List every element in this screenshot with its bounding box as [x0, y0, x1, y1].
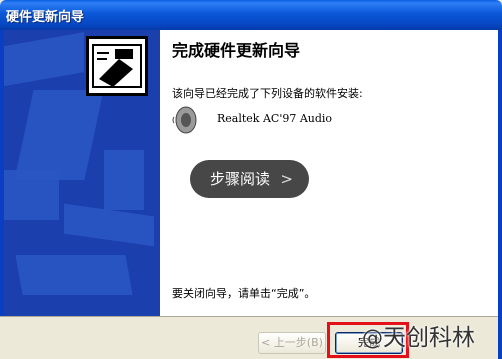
window-title: 硬件更新向导 [6, 10, 85, 25]
chevron-right-icon: > [280, 170, 293, 188]
finish-instruction: 要关闭向导，请单击“完成”。 [172, 287, 316, 300]
step-reading-button[interactable]: 步骤阅读 > [190, 160, 309, 198]
speaker-icon [172, 105, 198, 135]
wizard-intro-text: 该向导已经完成了下列设备的软件安装: [172, 87, 363, 100]
watermark-mark: @ [362, 326, 383, 350]
step-reading-label: 步骤阅读 [210, 170, 271, 188]
hardware-wizard-icon [86, 36, 148, 96]
watermark: @天创科林 [362, 318, 475, 352]
installed-device-row: Realtek AC'97 Audio [172, 105, 472, 137]
watermark-text: 天创科林 [383, 325, 475, 351]
device-name: Realtek AC'97 Audio [217, 112, 333, 125]
back-button[interactable]: < 上一步(B) [258, 332, 326, 354]
title-bar: 硬件更新向导 [0, 0, 502, 30]
window-border-right [498, 30, 502, 359]
wizard-heading: 完成硬件更新向导 [172, 41, 301, 60]
